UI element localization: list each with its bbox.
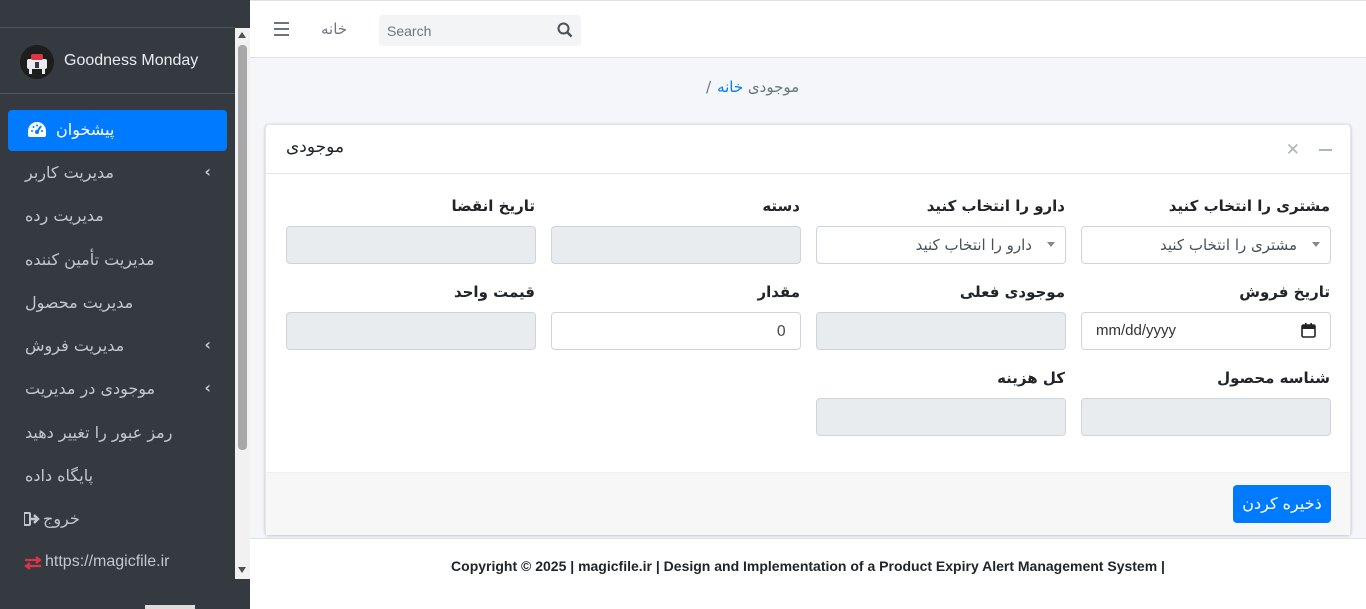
drug-label: دارو را انتخاب کنید	[926, 197, 1065, 215]
quantity-field[interactable]: 0	[551, 312, 801, 350]
batch-label: دسته	[762, 197, 800, 215]
sidebar-item-label: رمز عبور را تغییر دهید	[25, 422, 173, 442]
sidebar-item-label: مدیریت تأمین کننده	[25, 249, 155, 269]
sidebar-scrollbar[interactable]	[235, 28, 250, 579]
sidebar-item-supplier-management[interactable]: مدیریت تأمین کننده	[8, 239, 227, 282]
breadcrumb: /موجودی خانه	[706, 78, 799, 96]
sidebar: Goodness Monday پیشخوان مدیریت کاربر ‹ م…	[0, 0, 250, 609]
dashboard-icon	[28, 122, 46, 137]
sidebar-item-category-management[interactable]: مدیریت رده	[8, 195, 227, 238]
product-id-field[interactable]	[1081, 398, 1331, 436]
drug-select[interactable]: دارو را انتخاب کنید	[816, 226, 1066, 264]
current-stock-field[interactable]	[816, 312, 1066, 350]
current-stock-label: موجودی فعلی	[959, 283, 1065, 301]
top-navbar: خانه	[250, 0, 1366, 58]
sidebar-item-label: پیشخوان	[56, 120, 115, 139]
caret-down-icon	[1047, 242, 1055, 247]
customer-select-value: مشتری را انتخاب کنید	[1160, 236, 1297, 254]
sidebar-item-change-password[interactable]: رمز عبور را تغییر دهید	[8, 412, 227, 455]
product-id-label: شناسه محصول	[1217, 369, 1330, 387]
sidebar-item-label: پایگاه داده	[25, 466, 94, 486]
card-header: موجودی ✕	[266, 125, 1350, 174]
caret-down-icon	[1312, 242, 1320, 247]
sidebar-item-label: خروج	[43, 509, 80, 529]
sale-date-field[interactable]: mm/dd/yyyy	[1081, 312, 1331, 350]
expiry-date-field[interactable]	[286, 226, 536, 264]
sidebar-item-logout[interactable]: خروج	[8, 498, 227, 541]
chevron-left-icon: ‹	[204, 378, 211, 398]
sidebar-item-product-management[interactable]: مدیریت محصول	[8, 282, 227, 325]
inventory-card: موجودی ✕ مشتری را انتخاب کنید دارو را ان…	[265, 124, 1351, 535]
sidebar-item-user-management[interactable]: مدیریت کاربر ‹	[8, 152, 227, 195]
sidebar-item-label: مدیریت کاربر	[25, 163, 114, 182]
chevron-left-icon: ‹	[204, 335, 211, 355]
brand-text: Goodness Monday	[64, 52, 199, 69]
scroll-down-icon[interactable]	[238, 567, 246, 573]
search-box	[379, 15, 581, 46]
sidebar-item-label: موجودی در مدیریت	[25, 379, 156, 399]
sidebar-item-label: مدیریت فروش	[25, 336, 125, 356]
customer-label: مشتری را انتخاب کنید	[1168, 197, 1330, 215]
close-icon[interactable]: ✕	[1286, 140, 1300, 160]
breadcrumb-home-link[interactable]: خانه	[717, 78, 743, 96]
unit-price-label: قیمت واحد	[453, 283, 535, 301]
scrollbar-thumb[interactable]	[238, 45, 247, 450]
logout-icon	[24, 512, 40, 527]
minimize-icon[interactable]	[1319, 149, 1332, 151]
card-title: موجودی	[286, 137, 345, 157]
brand-link[interactable]: Goodness Monday	[0, 40, 235, 94]
sidebar-item-database[interactable]: پایگاه داده	[8, 455, 227, 498]
sidebar-nav: پیشخوان مدیریت کاربر ‹ مدیریت رده مدیریت…	[8, 110, 227, 585]
menu-toggle-icon[interactable]	[274, 22, 289, 36]
scroll-up-icon[interactable]	[238, 32, 246, 38]
sidebar-item-website[interactable]: https://magicfile.ir	[8, 542, 227, 585]
page-footer: Copyright © 2025 | magicfile.ir | Design…	[250, 538, 1366, 609]
sidebar-item-inventory-management[interactable]: موجودی در مدیریت ‹	[8, 368, 227, 411]
exchange-icon	[24, 555, 42, 570]
quantity-value: 0	[776, 322, 786, 340]
batch-field[interactable]	[551, 226, 801, 264]
sidebar-divider	[0, 27, 235, 28]
total-cost-field[interactable]	[816, 398, 1066, 436]
calendar-icon[interactable]	[1301, 323, 1316, 338]
total-cost-label: کل هزینه	[997, 369, 1065, 387]
chevron-left-icon: ‹	[204, 162, 211, 181]
search-icon[interactable]	[557, 22, 573, 38]
sidebar-item-label: مدیریت محصول	[25, 292, 134, 312]
drug-select-value: دارو را انتخاب کنید	[915, 236, 1032, 254]
unit-price-field[interactable]	[286, 312, 536, 350]
sidebar-item-sales-management[interactable]: مدیریت فروش ‹	[8, 325, 227, 368]
expiry-date-label: تاریخ انقضا	[451, 197, 535, 215]
card-footer: ذخیره کردن	[266, 472, 1350, 535]
search-input[interactable]	[379, 15, 549, 46]
customer-select[interactable]: مشتری را انتخاب کنید	[1081, 226, 1331, 264]
sidebar-item-label: https://magicfile.ir	[45, 552, 170, 570]
sale-date-label: تاریخ فروش	[1239, 283, 1330, 301]
copyright-text: Copyright © 2025 | magicfile.ir | Design…	[451, 558, 1165, 574]
save-button[interactable]: ذخیره کردن	[1233, 485, 1331, 523]
sale-date-value: mm/dd/yyyy	[1096, 322, 1177, 339]
sidebar-bottom-bar	[145, 605, 195, 609]
nav-home-link[interactable]: خانه	[321, 20, 347, 38]
sidebar-item-dashboard[interactable]: پیشخوان	[8, 110, 227, 151]
quantity-label: مقدار	[757, 283, 800, 301]
brand-logo	[20, 45, 54, 79]
sidebar-item-label: مدیریت رده	[25, 206, 104, 226]
